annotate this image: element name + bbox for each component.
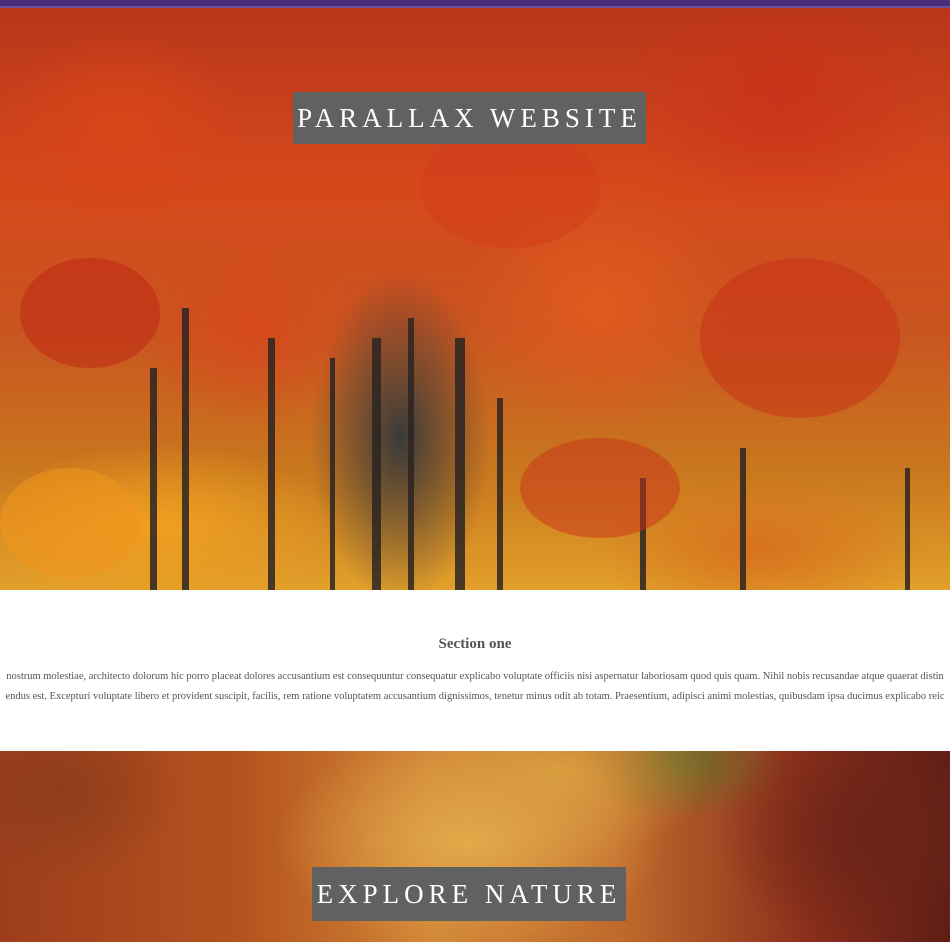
tree-trunk: [905, 468, 910, 590]
tree-trunk: [740, 448, 746, 590]
leaf-cluster: [420, 128, 600, 248]
browser-top-bar: [0, 0, 950, 8]
tree-trunk: [372, 338, 381, 590]
tree-trunk: [330, 358, 335, 590]
hero-title: PARALLAX WEBSITE: [293, 92, 646, 144]
section-one-heading: Section one: [438, 636, 512, 652]
leaf-cluster: [520, 438, 680, 538]
section-one-text-line: endus est. Excepturi voluptate libero et…: [5, 691, 945, 702]
tree-trunk: [497, 398, 503, 590]
leaf-cluster: [20, 258, 160, 368]
section-one: Section one nostrum molestiae, architect…: [0, 590, 950, 751]
tree-trunk: [268, 338, 275, 590]
tree-trunk: [150, 368, 157, 590]
tree-trunk: [182, 308, 189, 590]
tree-trunk: [408, 318, 414, 590]
leaf-cluster: [700, 258, 900, 418]
explore-nature-title: EXPLORE NATURE: [312, 867, 626, 921]
tree-trunk: [455, 338, 465, 590]
leaf-cluster: [0, 468, 140, 578]
section-one-text-line: nostrum molestiae, architecto dolorum hi…: [6, 671, 944, 682]
